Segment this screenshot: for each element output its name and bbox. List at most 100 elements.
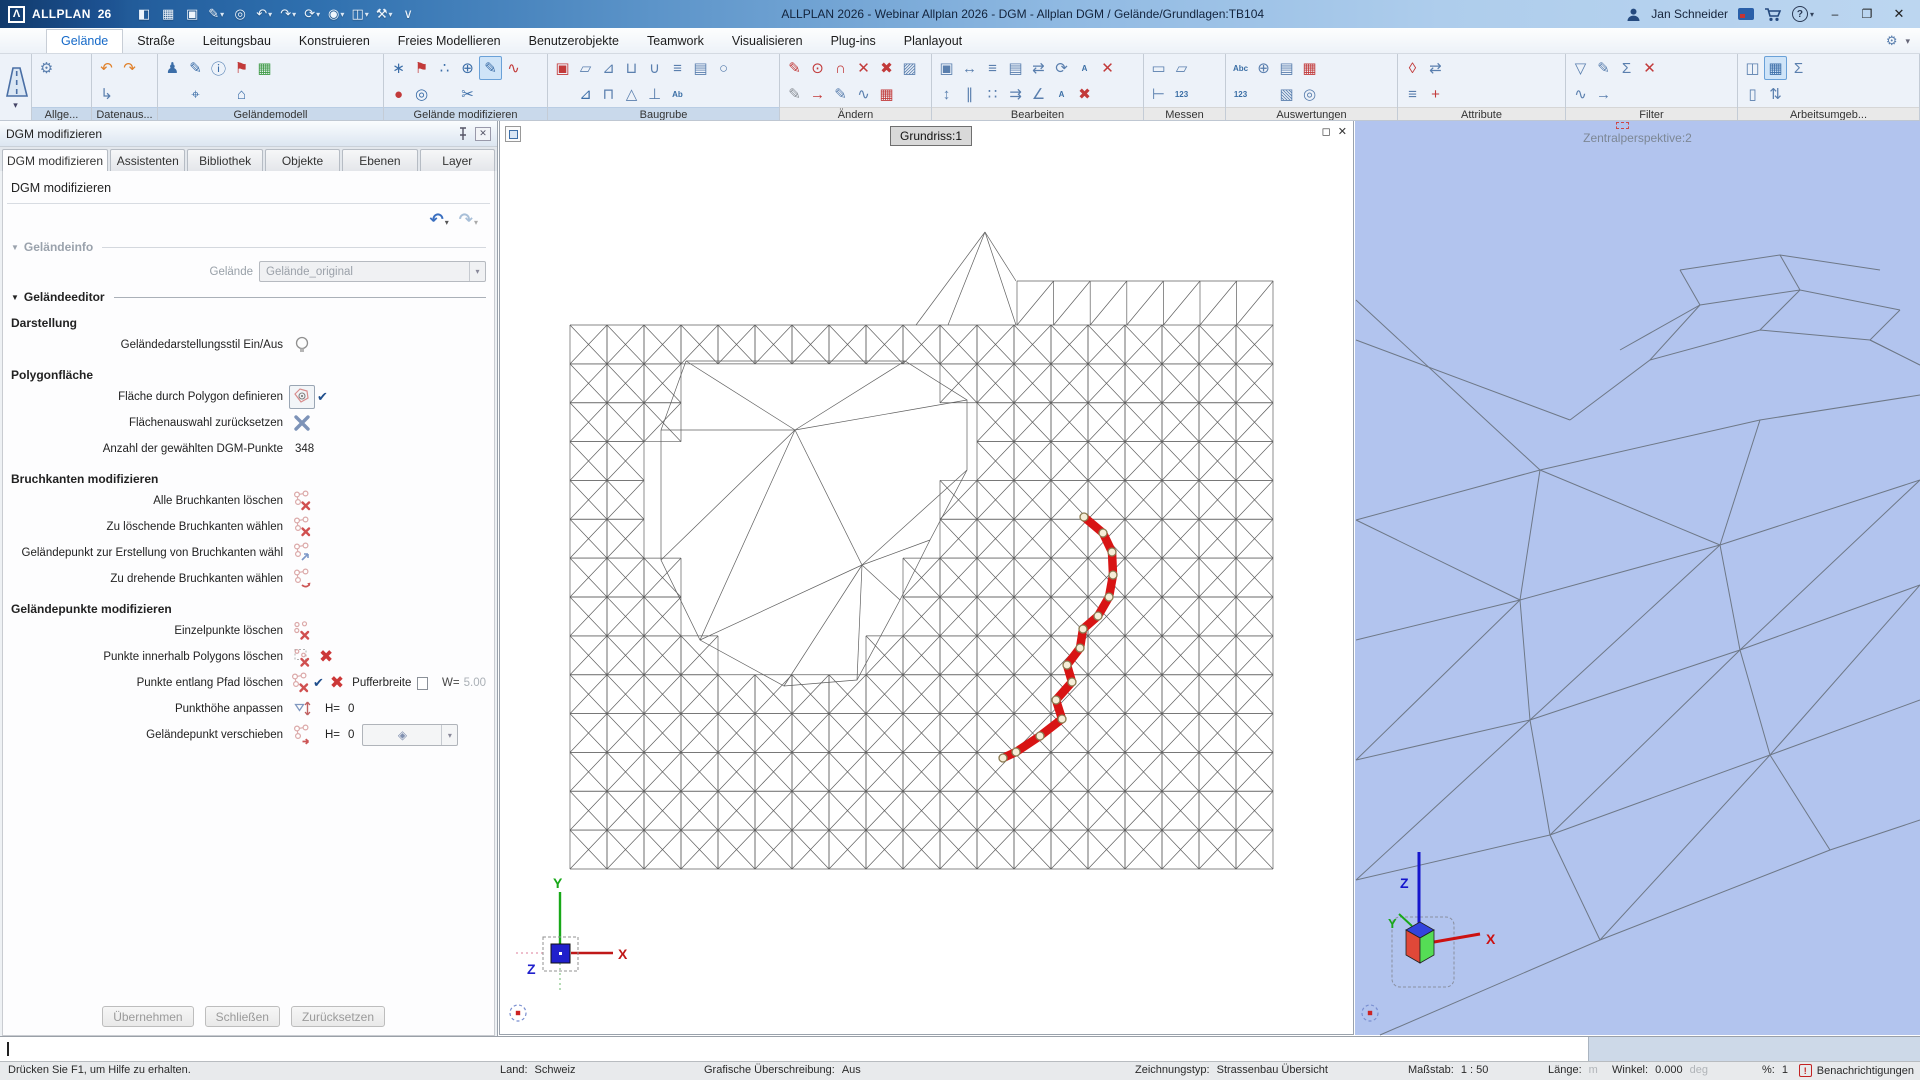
delete-x-icon[interactable]: ✕ [1096,56,1119,80]
button-zur-cksetzen[interactable]: Zurücksetzen [291,1006,385,1027]
button--bernehmen[interactable]: Übernehmen [102,1006,193,1027]
reset-x-icon[interactable] [289,412,315,434]
palette-header[interactable]: DGM modifizieren ✕ [0,121,497,147]
pit-u2-icon[interactable]: ⊓ [597,82,620,106]
terrain-paint-icon[interactable]: ✎ [184,56,207,80]
letter-a-icon[interactable]: A [1073,56,1096,80]
measure-length-icon[interactable]: ⊢ [1147,82,1170,106]
viewport-perspective[interactable]: Zentralperspektive:2 [1355,121,1920,1035]
attr-tag-icon[interactable]: ◊ [1401,56,1424,80]
overflow-icon[interactable]: ∨ [397,3,419,25]
measure-ruler-icon[interactable]: ▭ [1147,56,1170,80]
terrain-info-icon[interactable]: ⓘ [207,56,230,80]
eval-123-icon[interactable]: 123 [1229,82,1252,106]
eval-report-icon[interactable]: ▤ [1275,56,1298,80]
attr-transfer-icon[interactable]: ⇄ [1424,56,1447,80]
pit-ab-icon[interactable]: Ab [666,82,689,106]
eval-box-icon[interactable]: ▧ [1275,82,1298,106]
menu-tab-teamwork[interactable]: Teamwork [633,30,718,53]
pit-box-icon[interactable]: ▤ [689,56,712,80]
circle-target-icon[interactable]: ◎ [410,82,433,106]
height-mode-dropdown[interactable]: ◈▾ [362,724,458,746]
h-value-input[interactable]: 0 [348,703,354,715]
copy-icon[interactable]: ▣ [935,56,958,80]
palette-tab-ebenen[interactable]: Ebenen [342,149,417,171]
mesh-flag-icon[interactable]: ⚑ [410,56,433,80]
attr-match-icon[interactable]: + [1424,82,1447,106]
points-delete-icon[interactable] [289,620,315,642]
pit-v-icon[interactable]: ∪ [643,56,666,80]
allplan-connect-icon[interactable] [1738,8,1754,20]
rows-icon[interactable]: ≡ [981,56,1004,80]
viewport-maximize-icon[interactable]: ◻ [1322,125,1331,138]
stretch-icon[interactable]: ↕ [935,82,958,106]
paste-icon[interactable]: ▤ [1004,56,1027,80]
workspace-sigma-icon[interactable]: Σ [1787,56,1810,80]
window-split-icon[interactable]: ◫▾ [349,3,371,25]
dgm-edit-icon[interactable]: ✎ [479,56,502,80]
mesh-cross-icon[interactable]: ⊕ [456,56,479,80]
pit-folder-icon[interactable]: ▱ [574,56,597,80]
breakline-delete-all-icon[interactable] [289,490,315,512]
mod-arrow-icon[interactable]: → [806,82,829,106]
polygon-define-icon[interactable] [289,385,315,409]
palette-close-icon[interactable]: ✕ [475,127,491,141]
tools-icon[interactable]: ⚒▾ [373,3,395,25]
ribbon-settings-gear-icon[interactable]: ⚙ [1886,33,1898,49]
bulb-icon[interactable] [289,334,315,356]
distribute-icon[interactable]: ∷ [981,82,1004,106]
attr-layers-icon[interactable]: ≡ [1401,82,1424,106]
workspace-palette-icon[interactable]: ▯ [1741,82,1764,106]
filter-wave-icon[interactable]: ∿ [1569,82,1592,106]
mod-pin-icon[interactable]: ⊙ [806,56,829,80]
point-height-icon[interactable] [289,698,315,720]
pit-ramp-icon[interactable]: ⊿ [597,56,620,80]
search-doc-icon[interactable]: ◎ [229,3,251,25]
breakline-create-icon[interactable] [289,542,315,564]
move-icon[interactable]: ↔ [958,56,981,80]
settings-gear-icon[interactable]: ⚙ [35,56,58,80]
palette-tab-assistenten[interactable]: Assistenten [110,149,185,171]
mod-x-icon[interactable]: ✕ [852,56,875,80]
mod-arc-icon[interactable]: ∩ [829,56,852,80]
project-grid-icon[interactable]: ▦ [157,3,179,25]
path-undo-icon[interactable]: ↶ [95,56,118,80]
path-export-icon[interactable]: ↳ [95,82,118,106]
mod-pen-icon[interactable]: ✎ [783,56,806,80]
viewport-close-icon[interactable]: ✕ [1338,125,1347,138]
buffer-width-checkbox[interactable] [417,677,428,690]
task-road-button[interactable]: ▾ [0,54,32,120]
section-gelaendeinfo[interactable]: ▼ Geländeinfo [11,238,486,256]
mesh-points-icon[interactable]: ∴ [433,56,456,80]
menu-tab-planlayout[interactable]: Planlayout [890,30,976,53]
refresh-icon[interactable]: ⟳▾ [301,3,323,25]
pin-icon[interactable] [457,127,469,141]
angle-icon[interactable]: ∠ [1027,82,1050,106]
eval-search-icon[interactable]: ◎ [1298,82,1321,106]
mesh-stats-icon[interactable]: ⌂ [230,82,253,106]
scissors-icon[interactable]: ✂ [456,82,479,106]
pit-tent-icon[interactable]: △ [620,82,643,106]
terrain-chart-icon[interactable]: ▦ [253,56,276,80]
mesh-star-icon[interactable]: ∗ [387,56,410,80]
undo-icon[interactable]: ↶▾ [253,3,275,25]
mesh-curve-icon[interactable]: ∿ [502,56,525,80]
redo-button[interactable]: ↷▾ [459,210,478,230]
menu-tab-leitungsbau[interactable]: Leitungsbau [189,30,285,53]
viewport-perspective-title[interactable]: Zentralperspektive:2 [1355,131,1920,145]
filter-pen-icon[interactable]: ✎ [1592,56,1615,80]
viewport-plan-title[interactable]: Grundriss:1 [890,126,972,146]
pit-layers-icon[interactable]: ≡ [666,56,689,80]
offset-icon[interactable]: ⇉ [1004,82,1027,106]
measure-123-icon[interactable]: 123 [1170,82,1193,106]
workspace-select-icon[interactable]: ▦ [1764,56,1787,80]
menu-tab-visualisieren[interactable]: Visualisieren [718,30,817,53]
menu-tab-gel-nde[interactable]: Gelände [46,29,123,53]
pit-sphere-icon[interactable]: ○ [712,56,735,80]
measure-area-icon[interactable]: ▱ [1170,56,1193,80]
notifications-button[interactable]: ! Benachrichtigungen [1799,1064,1914,1077]
palette-tab-bibliothek[interactable]: Bibliothek [187,149,262,171]
edit-doc-icon[interactable]: ✎▾ [205,3,227,25]
model-cube-icon[interactable]: ◧ [133,3,155,25]
filter-x-icon[interactable]: ✕ [1638,56,1661,80]
